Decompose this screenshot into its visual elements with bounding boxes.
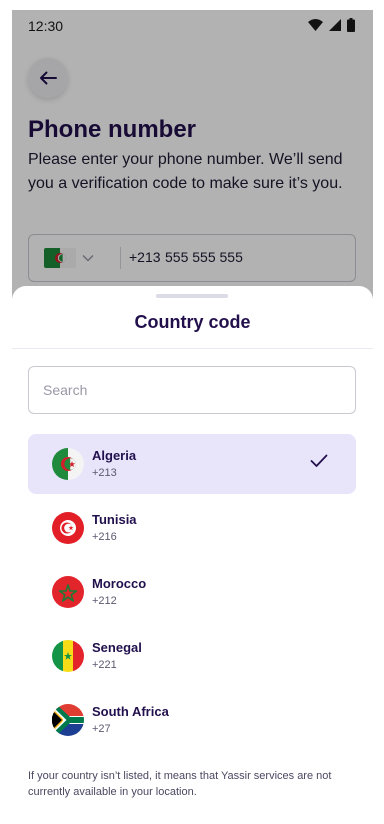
checkmark-icon bbox=[310, 454, 328, 467]
search-input[interactable] bbox=[28, 366, 356, 414]
country-item-tunisia[interactable]: Tunisia +216 bbox=[28, 498, 356, 558]
country-dial-code: +212 bbox=[92, 595, 117, 607]
country-code-sheet: Country code Algeria +213 Tunisia +216 bbox=[12, 286, 373, 808]
country-list: Algeria +213 Tunisia +216 Morocco +212 S… bbox=[28, 434, 356, 754]
country-name: Senegal bbox=[92, 640, 142, 655]
divider bbox=[12, 348, 373, 349]
sheet-drag-handle[interactable] bbox=[156, 294, 228, 298]
country-item-morocco[interactable]: Morocco +212 bbox=[28, 562, 356, 622]
country-name: Tunisia bbox=[92, 512, 137, 527]
country-item-algeria[interactable]: Algeria +213 bbox=[28, 434, 356, 494]
country-dial-code: +213 bbox=[92, 467, 117, 479]
country-name: Algeria bbox=[92, 448, 137, 463]
country-dial-code: +27 bbox=[92, 723, 111, 735]
country-item-senegal[interactable]: Senegal +221 bbox=[28, 626, 356, 686]
sheet-title: Country code bbox=[134, 312, 251, 332]
country-item-south-africa[interactable]: South Africa +27 bbox=[28, 690, 356, 750]
availability-note: If your country isn’t listed, it means t… bbox=[28, 770, 332, 798]
country-name: South Africa bbox=[92, 704, 169, 719]
morocco-flag-icon bbox=[52, 576, 84, 608]
country-name: Morocco bbox=[92, 576, 147, 591]
screen: 12:30 Phone number Please enter your pho… bbox=[12, 10, 373, 808]
south-africa-flag-icon bbox=[52, 704, 84, 736]
senegal-flag-icon bbox=[52, 640, 84, 672]
tunisia-flag-icon bbox=[52, 512, 84, 544]
algeria-flag-icon bbox=[52, 448, 84, 480]
country-dial-code: +221 bbox=[92, 659, 117, 671]
country-dial-code: +216 bbox=[92, 531, 117, 543]
